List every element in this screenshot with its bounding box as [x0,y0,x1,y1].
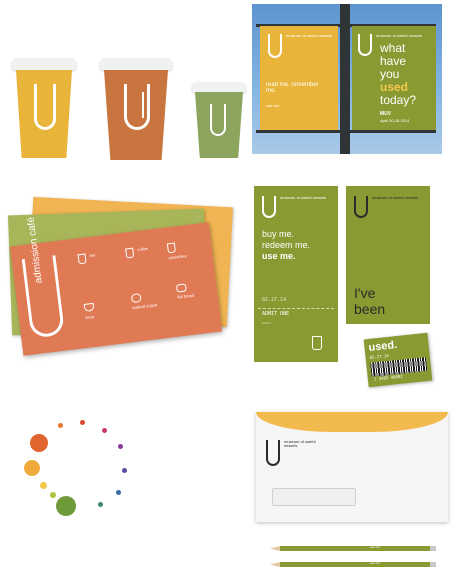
menu-item: smoothies [166,239,210,268]
envelope: museum of useful vessels [256,412,448,522]
menu-item-label: coffee [137,245,149,253]
banner-left-tagline: read me. remember me. [266,82,319,95]
menu-item-label: soup [84,313,95,320]
menu-item: soup [83,299,129,328]
menu-item: tropical yogurt [130,289,178,318]
u-logo-icon [268,34,282,58]
menu-item: flat bread [175,280,215,308]
ticket-perforation [258,308,334,309]
ticket-left: museum of useful vessels buy me. redeem … [254,186,338,362]
ticket-right-line-1: I've [354,285,376,301]
pencil-label: use me [370,545,380,549]
banner-right-org: museum of useful vessels [376,33,423,38]
fork-icon [142,92,144,118]
menu-item: coffee [125,243,170,272]
dot-10 [102,428,107,433]
coffee-icon [125,247,135,259]
envelope-window [272,488,356,506]
dot-5 [56,496,76,516]
menu-item-label: tea [89,252,96,258]
cup-lid [12,58,76,70]
dot-8 [122,468,127,473]
menu-item: tea [77,249,123,278]
cup-lid [100,58,172,70]
dot-12 [58,423,63,428]
dot-2 [24,460,40,476]
u-logo-icon [210,104,226,136]
banner-headline-line: you [380,67,400,81]
envelope-flap [256,412,448,432]
banner-small-date: April 30-28 2014 [380,118,410,123]
banner-small-org: MUV [380,111,392,117]
ticket-headline-1: buy me. [262,229,295,239]
ticket-headline-2: redeem me. [262,240,311,250]
envelope-org: museum of useful vessels [284,439,316,449]
cup-orange [100,52,172,162]
cup-green [192,82,246,160]
dot-ring [18,420,138,520]
dot-4 [50,492,56,498]
banner-left: museum of useful vessels read me. rememb… [260,26,338,130]
ticket-headline-3: use me. [262,251,296,261]
menu-group: admission café tea coffee smoothies soup… [6,196,242,356]
menu-item-label: flat bread [177,292,195,300]
banner-left-org: museum of useful vessels [286,33,333,38]
soup-icon [83,302,95,313]
ticket-right-line-2: been [354,301,386,317]
pencil-ferrule [430,562,436,567]
u-logo-icon [262,196,276,218]
menu-title-line-2: café [25,216,39,237]
menu-card-front: admission café tea coffee smoothies soup… [10,216,222,356]
pencil-tip [270,546,280,551]
banner-left-small: use me. [266,103,281,108]
dot-11 [80,420,85,425]
ticket-admit: ADMIT ONE [262,311,290,317]
banner-bracket [256,130,436,133]
dot-1 [30,434,48,452]
banner-headline-used: used [380,80,409,94]
u-logo-icon [34,84,56,130]
u-logo-icon [266,440,280,466]
dot-7 [116,490,121,495]
menu-item-label: tropical yogurt [132,302,158,311]
bread-icon [175,283,187,293]
pencil-body [280,546,430,551]
banner-headline-line: today? [380,93,417,107]
dot-6 [98,502,103,507]
tea-icon [77,253,87,265]
u-logo-icon [124,84,150,130]
tag-word: used. [367,339,398,354]
dot-9 [118,444,123,449]
dot-3 [40,482,47,489]
banner-headline-line: what [380,41,406,55]
barcode-number: 2 3485 40802 [373,373,403,382]
ticket-org: museum of useful vessels [280,195,327,200]
cup-yellow [12,52,76,160]
cup-icon [312,336,322,350]
pencil-ferrule [430,546,436,551]
cups-group [8,52,248,162]
ticket-detail: Adult [262,321,272,325]
used-tag: used. 02.27.14 2 3485 40802 [363,332,433,388]
pencil: use me [270,561,436,567]
pencil-tip [270,562,280,567]
cup-lid [192,82,246,92]
yogurt-icon [130,293,142,304]
ticket-right-org: museum of useful vessels [372,195,419,200]
banner-headline-line: have [380,54,407,68]
tag-date: 02.27.14 [369,352,389,360]
ticket-date: 02.27.14 [262,297,287,303]
u-logo-icon [358,34,372,56]
menu-item-label: smoothies [168,253,187,261]
banner-photo: museum of useful vessels read me. rememb… [252,4,442,154]
u-logo-icon [354,196,368,218]
ticket-right: museum of useful vessels I've been [346,186,430,324]
banner-right: museum of useful vessels what have you u… [352,26,436,130]
pencil-label: use me [370,561,380,565]
pencil-body [280,562,430,567]
pencil: use me [270,545,436,551]
smoothie-icon [166,242,176,254]
